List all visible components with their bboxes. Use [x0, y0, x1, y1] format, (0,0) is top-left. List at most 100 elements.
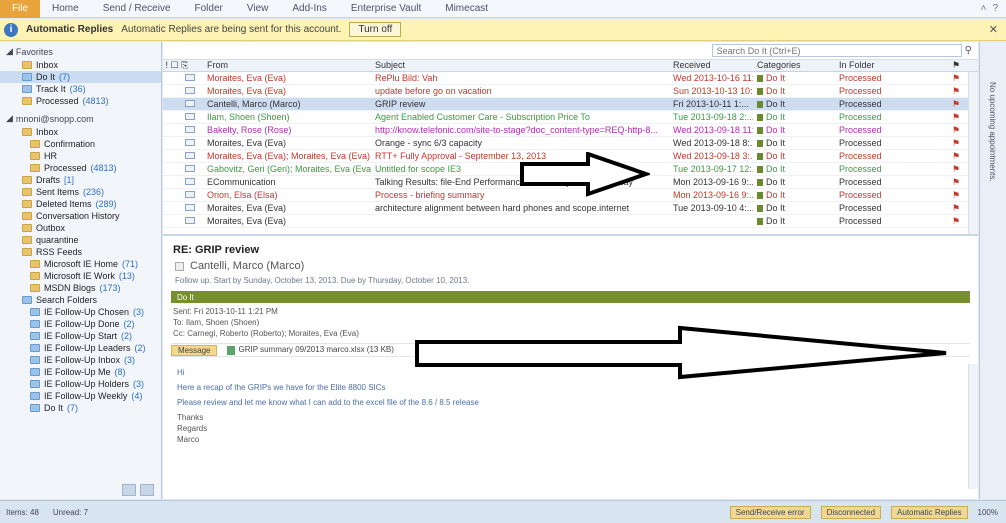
- row-flag[interactable]: ⚑: [947, 164, 965, 175]
- nav-folder-item[interactable]: Microsoft IE Work (13): [0, 270, 161, 282]
- ribbon-tab-home[interactable]: Home: [40, 3, 91, 14]
- flag-icon[interactable]: ⚑: [952, 164, 960, 174]
- flag-icon[interactable]: ⚑: [952, 138, 960, 148]
- mail-row[interactable]: Cantelli, Marco (Marco) GRIP review Fri 20…: [163, 98, 978, 111]
- nav-folder-item[interactable]: Do It (7): [0, 402, 161, 414]
- disconnected-badge[interactable]: Disconnected: [820, 505, 882, 519]
- sender-name[interactable]: Cantelli, Marco (Marco): [190, 260, 304, 272]
- flag-icon[interactable]: ⚑: [952, 177, 960, 187]
- row-flag[interactable]: ⚑: [947, 203, 965, 214]
- flag-icon[interactable]: ⚑: [952, 125, 960, 135]
- send-receive-error-badge[interactable]: Send/Receive error: [729, 505, 811, 519]
- row-flag[interactable]: ⚑: [947, 138, 965, 149]
- mail-row[interactable]: Ilam, Shoen (Shoen) Agent Enabled Custome…: [163, 111, 978, 124]
- nav-folder-item[interactable]: HR: [0, 150, 161, 162]
- folder-list-icon[interactable]: [122, 484, 136, 496]
- nav-favorite-track-it[interactable]: Track It (36): [0, 83, 161, 95]
- search-icon[interactable]: ⚲: [965, 45, 972, 56]
- row-flag[interactable]: ⚑: [947, 99, 965, 110]
- row-flag[interactable]: ⚑: [947, 112, 965, 123]
- search-input[interactable]: [711, 44, 962, 57]
- file-tab[interactable]: File: [0, 0, 40, 18]
- ribbon-tab-folder[interactable]: Folder: [183, 3, 235, 14]
- nav-folder-item[interactable]: Drafts [1]: [0, 174, 161, 186]
- flag-icon[interactable]: ⚑: [952, 73, 960, 83]
- flag-icon[interactable]: ⚑: [952, 216, 960, 226]
- message-button[interactable]: Message: [171, 344, 218, 356]
- nav-folder-item[interactable]: Sent Items (236): [0, 186, 161, 198]
- mail-row[interactable]: Moraites, Eva (Eva) RePlu Bild: Vah Wed 20…: [163, 72, 978, 85]
- row-flag[interactable]: ⚑: [947, 177, 965, 188]
- nav-favorite-processed[interactable]: Processed (4813): [0, 95, 161, 107]
- automatic-replies-badge[interactable]: Automatic Replies: [891, 505, 968, 519]
- nav-folder-item[interactable]: Outbox: [0, 222, 161, 234]
- favorites-header[interactable]: ◢ Favorites: [0, 44, 161, 59]
- ribbon-tab-send-receive[interactable]: Send / Receive: [91, 3, 183, 14]
- nav-folder-item[interactable]: Search Folders: [0, 294, 161, 306]
- reading-pane-scrollbar[interactable]: [968, 364, 978, 489]
- flag-icon[interactable]: ⚑: [952, 112, 960, 122]
- mail-row[interactable]: Moraites, Eva (Eva) Orange - sync 6/3 cap…: [163, 137, 978, 150]
- nav-folder-item[interactable]: Microsoft IE Home (71): [0, 258, 161, 270]
- row-flag[interactable]: ⚑: [947, 125, 965, 136]
- flag-icon[interactable]: ⚑: [952, 99, 960, 109]
- nav-folder-item[interactable]: IE Follow-Up Start (2): [0, 330, 161, 342]
- nav-folder-item[interactable]: IE Follow-Up Done (2): [0, 318, 161, 330]
- mail-row[interactable]: Moraites, Eva (Eva) update before go on v…: [163, 85, 978, 98]
- nav-folder-item[interactable]: MSDN Blogs (173): [0, 282, 161, 294]
- mail-row[interactable]: Moraites, Eva (Eva) Do It Processed ⚑: [163, 215, 978, 228]
- header-subject[interactable]: Subject: [371, 60, 669, 71]
- ribbon-tab-view[interactable]: View: [235, 3, 281, 14]
- row-flag[interactable]: ⚑: [947, 216, 965, 227]
- shortcuts-icon[interactable]: [140, 484, 154, 496]
- header-categories[interactable]: Categories: [753, 60, 835, 71]
- attachment-item[interactable]: GRIP summary 09/2013 marco.xlsx (13 KB): [227, 345, 394, 355]
- help-icon[interactable]: ?: [992, 3, 998, 14]
- mail-row[interactable]: Moraites, Eva (Eva) architecture alignmen…: [163, 202, 978, 215]
- nav-folder-item[interactable]: IE Follow-Up Holders (3): [0, 378, 161, 390]
- header-icons[interactable]: ! ☐ ⎘: [163, 60, 203, 71]
- to-value[interactable]: Ilam, Shoen (Shoen): [186, 318, 259, 327]
- nav-folder-item[interactable]: quarantine: [0, 234, 161, 246]
- row-flag[interactable]: ⚑: [947, 73, 965, 84]
- collapse-icon[interactable]: ◢: [6, 46, 13, 57]
- header-flag-icon[interactable]: ⚑: [947, 60, 965, 71]
- header-folder[interactable]: In Folder: [835, 60, 947, 71]
- row-flag[interactable]: ⚑: [947, 86, 965, 97]
- minimize-ribbon-icon[interactable]: ˄: [981, 3, 987, 14]
- turn-off-button[interactable]: Turn off: [349, 22, 402, 37]
- nav-folder-item[interactable]: IE Follow-Up Leaders (2): [0, 342, 161, 354]
- ribbon-tab-enterprise-vault[interactable]: Enterprise Vault: [339, 3, 433, 14]
- cc-value[interactable]: Carnegi, Roberto (Roberto); Moraites, Ev…: [187, 329, 359, 338]
- nav-folder-item[interactable]: Confirmation: [0, 138, 161, 150]
- collapse-icon[interactable]: ◢: [6, 113, 13, 124]
- row-folder: Processed: [839, 203, 882, 213]
- nav-folder-item[interactable]: IE Follow-Up Chosen (3): [0, 306, 161, 318]
- nav-folder-item[interactable]: Conversation History: [0, 210, 161, 222]
- row-flag[interactable]: ⚑: [947, 151, 965, 162]
- nav-favorite-inbox[interactable]: Inbox: [0, 59, 161, 71]
- account-header[interactable]: ◢ mnoni@snopp.com: [0, 111, 161, 126]
- nav-folder-item[interactable]: Inbox: [0, 126, 161, 138]
- nav-folder-item[interactable]: IE Follow-Up Inbox (3): [0, 354, 161, 366]
- nav-folder-item[interactable]: Processed (4813): [0, 162, 161, 174]
- nav-favorite-do-it[interactable]: Do It (7): [0, 71, 161, 83]
- flag-icon[interactable]: ⚑: [952, 86, 960, 96]
- message-list-scrollbar[interactable]: [968, 72, 978, 234]
- flag-icon[interactable]: ⚑: [952, 190, 960, 200]
- header-received[interactable]: Received: [669, 60, 753, 71]
- zoom-level[interactable]: 100%: [978, 508, 998, 517]
- nav-folder-item[interactable]: IE Follow-Up Me (8): [0, 366, 161, 378]
- ribbon-tab-add-ins[interactable]: Add-Ins: [280, 3, 338, 14]
- nav-folder-item[interactable]: RSS Feeds: [0, 246, 161, 258]
- header-from[interactable]: From: [203, 60, 371, 71]
- row-icons: [163, 190, 203, 200]
- close-icon[interactable]: ✕: [989, 23, 998, 36]
- row-flag[interactable]: ⚑: [947, 190, 965, 201]
- flag-icon[interactable]: ⚑: [952, 151, 960, 161]
- nav-folder-item[interactable]: Deleted Items (289): [0, 198, 161, 210]
- flag-icon[interactable]: ⚑: [952, 203, 960, 213]
- nav-folder-item[interactable]: IE Follow-Up Weekly (4): [0, 390, 161, 402]
- ribbon-tab-mimecast[interactable]: Mimecast: [433, 3, 500, 14]
- mail-row[interactable]: Bakelty, Rose (Rose) http://know.telefoni…: [163, 124, 978, 137]
